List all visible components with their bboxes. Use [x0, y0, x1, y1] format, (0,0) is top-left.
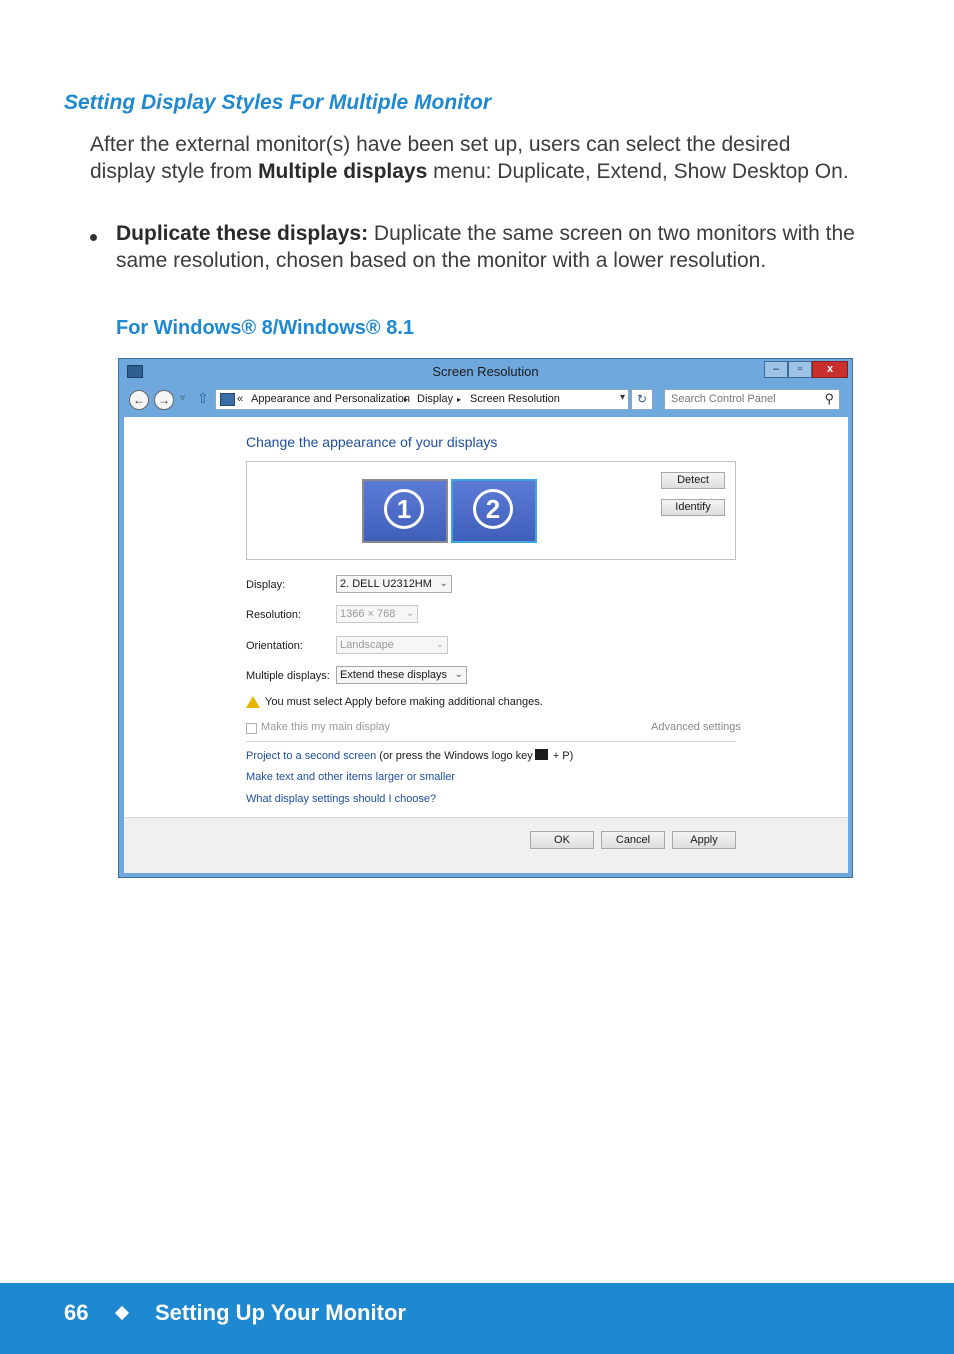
resolution-select: 1366 × 768 ⌄ — [336, 605, 418, 623]
project-note: (or press the Windows logo key — [376, 750, 533, 762]
orientation-label: Orientation: — [246, 640, 303, 652]
search-icon[interactable]: ⚲ — [824, 391, 834, 407]
multiple-displays-label: Multiple displays: — [246, 670, 330, 682]
window-title: Screen Resolution — [432, 364, 539, 379]
breadcrumb-prefix: « — [237, 393, 244, 405]
cancel-button[interactable]: Cancel — [601, 831, 665, 849]
monitor-2[interactable]: 2 — [451, 479, 537, 543]
breadcrumb-appearance[interactable]: Appearance and Personalization — [251, 393, 410, 405]
search-box[interactable]: Search Control Panel ⚲ — [664, 389, 840, 410]
monitor-preview: 1 2 Detect Identify — [246, 461, 736, 560]
page-footer: 66 Setting Up Your Monitor — [0, 1283, 954, 1354]
monitor-1[interactable]: 1 — [362, 479, 448, 543]
minimize-button[interactable]: – — [764, 361, 788, 378]
identify-button[interactable]: Identify — [661, 499, 725, 516]
address-bar[interactable]: « Appearance and Personalization ▸ Displ… — [215, 389, 629, 410]
footer-title: Setting Up Your Monitor — [155, 1300, 406, 1325]
page-number: 66 — [64, 1300, 89, 1325]
close-button[interactable]: x — [812, 361, 848, 378]
windows-logo-icon — [534, 749, 548, 760]
divider — [246, 741, 736, 742]
advanced-settings-link[interactable]: Advanced settings — [651, 721, 741, 733]
monitor-2-number: 2 — [473, 489, 513, 529]
bullet-bold: Duplicate these displays: — [116, 222, 369, 245]
resolution-label: Resolution: — [246, 609, 302, 621]
monitor-1-number: 1 — [384, 489, 424, 529]
multiple-displays-value: Extend these displays — [340, 669, 448, 681]
main-display-checkbox[interactable] — [246, 723, 257, 734]
chevron-down-icon: ⌄ — [454, 669, 463, 680]
ok-button[interactable]: OK — [530, 831, 594, 849]
warning-icon — [246, 696, 260, 708]
display-select[interactable]: 2. DELL U2312HM ⌄ — [336, 575, 452, 593]
chevron-down-icon: ⌄ — [405, 608, 414, 619]
chevron-down-icon: ⌄ — [435, 639, 444, 650]
computer-icon — [220, 393, 235, 406]
display-value: 2. DELL U2312HM — [340, 578, 432, 590]
breadcrumb-separator-icon: ▸ — [457, 395, 462, 404]
multiple-displays-select[interactable]: Extend these displays ⌄ — [336, 666, 467, 684]
chevron-down-icon: ⌄ — [439, 578, 448, 589]
display-label: Display: — [246, 579, 286, 591]
warning-message: You must select Apply before making addi… — [265, 696, 543, 708]
bullet-item: Duplicate these displays: Duplicate the … — [116, 220, 856, 274]
intro-paragraph: After the external monitor(s) have been … — [90, 131, 850, 185]
recent-pages-chevron-icon[interactable]: ▿ — [180, 393, 185, 404]
project-second-screen-link[interactable]: Project to a second screen — [246, 750, 376, 762]
window-title-bar[interactable]: Screen Resolution – ▫ x — [119, 359, 852, 385]
project-note-end: + P) — [549, 750, 574, 762]
forward-button[interactable]: → — [154, 390, 174, 410]
screen-resolution-window: Screen Resolution – ▫ x ← → ▿ ⇧ « Appear… — [118, 358, 853, 878]
dialog-button-bar: OK Cancel Apply — [124, 817, 848, 873]
breadcrumb-screen-resolution[interactable]: Screen Resolution — [470, 393, 560, 405]
intro-text-end: menu: Duplicate, Extend, Show Desktop On… — [427, 160, 849, 183]
up-button[interactable]: ⇧ — [197, 390, 209, 407]
orientation-value: Landscape — [340, 639, 394, 651]
main-display-label: Make this my main display — [261, 721, 390, 733]
intro-bold: Multiple displays — [258, 160, 428, 183]
refresh-button[interactable]: ↻ — [631, 389, 653, 410]
project-second-screen-line: Project to a second screen (or press the… — [246, 749, 573, 762]
subsection-title: For Windows® 8/Windows® 8.1 — [116, 317, 415, 339]
detect-button[interactable]: Detect — [661, 472, 725, 489]
back-button[interactable]: ← — [129, 390, 149, 410]
diamond-icon — [114, 1305, 130, 1321]
apply-button[interactable]: Apply — [672, 831, 736, 849]
section-title: Setting Display Styles For Multiple Moni… — [64, 91, 492, 114]
address-toolbar: ← → ▿ ⇧ « Appearance and Personalization… — [123, 387, 848, 415]
content-pane: Change the appearance of your displays 1… — [124, 417, 848, 817]
search-placeholder: Search Control Panel — [671, 393, 776, 405]
orientation-select: Landscape ⌄ — [336, 636, 448, 654]
breadcrumb-display[interactable]: Display — [417, 393, 453, 405]
text-size-link[interactable]: Make text and other items larger or smal… — [246, 771, 455, 783]
maximize-button[interactable]: ▫ — [788, 361, 812, 378]
display-settings-help-link[interactable]: What display settings should I choose? — [246, 793, 436, 805]
address-dropdown-icon[interactable]: ▾ — [620, 392, 625, 403]
resolution-value: 1366 × 768 — [340, 608, 396, 620]
bullet-marker — [90, 234, 97, 241]
breadcrumb-separator-icon: ▸ — [404, 395, 409, 404]
page-heading: Change the appearance of your displays — [246, 434, 498, 450]
